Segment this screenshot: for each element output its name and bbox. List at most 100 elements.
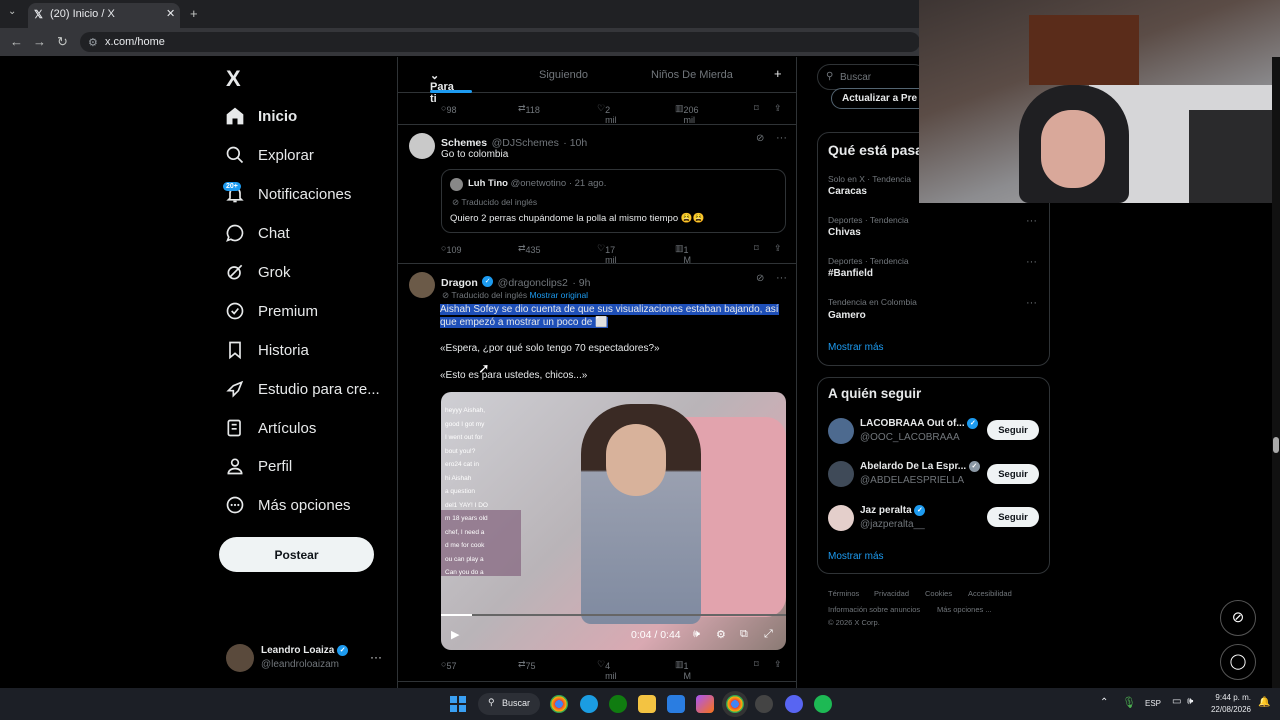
avatar[interactable] [409,133,435,159]
reply-button[interactable]: ○ 57 [441,659,456,671]
footer-ads-info-link[interactable]: Información sobre anuncios [828,605,920,614]
trend-more-icon[interactable]: ··· [1026,256,1037,268]
follow-name[interactable]: Abelardo De La Espr... ✓ [860,461,980,472]
nav-grok[interactable]: Grok [225,257,291,287]
author-handle[interactable]: @dragonclips2 [498,277,568,289]
account-name[interactable]: Leandro Loaiza ✓ [261,645,349,656]
follow-button[interactable]: Seguir [987,507,1039,527]
follow-button[interactable]: Seguir [987,420,1039,440]
back-icon[interactable]: ← [10,34,23,49]
follow-button[interactable]: Seguir [987,464,1039,484]
nav-history[interactable]: Historia [225,335,309,365]
follow-show-more-link[interactable]: Mostrar más [828,551,884,562]
upgrade-premium-button[interactable]: Actualizar a Pre [831,88,931,109]
quoted-tweet[interactable]: Luh Tino @onetwotino · 21 ago. ⊘ Traduci… [441,169,786,233]
reply-button[interactable]: ○ 98 [441,103,456,115]
nav-explore[interactable]: Explorar [225,140,314,170]
nav-premium[interactable]: Premium [225,296,318,326]
add-tab-icon[interactable]: + [774,66,782,81]
messages-fab-icon[interactable]: ◯ [1220,644,1256,680]
avatar[interactable] [828,461,854,487]
footer-more-link[interactable]: Más opciones ... [937,605,992,614]
close-tab-icon[interactable]: ✕ [166,7,175,20]
grok-icon[interactable]: ⊘ [756,273,764,284]
footer-accessibility-link[interactable]: Accesibilidad [968,589,1012,598]
url-input[interactable]: ⚙ x.com/home [80,32,920,52]
trends-show-more-link[interactable]: Mostrar más [828,342,884,353]
footer-privacy-link[interactable]: Privacidad [874,589,909,598]
fullscreen-icon[interactable]: ⤢ [764,628,773,641]
edge-icon[interactable] [580,695,598,713]
microphone-icon[interactable]: 🎙 [1122,696,1136,709]
follow-name[interactable]: LACOBRAAA Out of... ✓ [860,418,979,429]
start-icon[interactable] [450,696,466,712]
avatar[interactable] [828,418,854,444]
share-icon[interactable]: ⇪ [774,659,782,670]
views-button[interactable]: ▥ 206 mil [675,103,699,125]
tab-for-you[interactable]: Para ti ⌄ [430,69,454,105]
video-progress-track[interactable] [441,614,786,616]
repost-button[interactable]: ⇄ 75 [518,659,536,671]
trend-name[interactable]: #Banfield [828,268,873,279]
trend-name[interactable]: Chivas [828,227,861,238]
show-original-link[interactable]: Mostrar original [529,290,588,300]
nav-more-options[interactable]: Más opciones [225,490,351,520]
grok-fab-icon[interactable]: ⊘ [1220,600,1256,636]
clock-date[interactable]: 22/08/2026 [1209,705,1251,714]
discord-icon[interactable] [785,695,803,713]
author-handle[interactable]: @DJSchemes [492,137,559,149]
more-icon[interactable]: ··· [776,132,787,144]
spotify-icon[interactable] [814,695,832,713]
scrollbar-thumb[interactable] [1273,437,1279,453]
bookmark-icon[interactable]: ⌑ [754,659,759,670]
repost-button[interactable]: ⇄ 118 [518,103,540,115]
file-explorer-icon[interactable] [638,695,656,713]
nav-home[interactable]: Inicio [225,101,297,131]
browser-tab[interactable]: 𝕏 (20) Inicio / X ✕ [28,3,180,28]
nav-chat[interactable]: Chat [225,218,290,248]
follow-name[interactable]: Jaz peralta ✓ [860,505,926,516]
volume-icon[interactable]: 🕪 [693,628,700,641]
xbox-icon[interactable] [609,695,627,713]
taskbar-search[interactable]: ⚲ Buscar [478,693,540,715]
account-menu-icon[interactable]: ··· [370,650,382,664]
volume-icon[interactable]: 🕪 [1187,696,1193,707]
new-tab-button[interactable]: + [190,6,198,21]
reply-button[interactable]: ○ 109 [441,243,461,255]
settings-icon[interactable]: ⚙ [716,628,726,641]
tab-following[interactable]: Siguiendo [539,69,588,81]
grok-icon[interactable]: ⊘ [756,133,764,144]
share-icon[interactable]: ⇪ [774,243,782,254]
trend-more-icon[interactable]: ··· [1026,297,1037,309]
like-button[interactable]: ♡ 4 mil [597,659,617,681]
copilot-icon[interactable] [696,695,714,713]
avatar[interactable] [409,272,435,298]
tweet-time[interactable]: · 9h [572,277,590,289]
avatar[interactable] [828,505,854,531]
chrome-active-icon[interactable] [726,695,744,713]
tab-custom-list[interactable]: Niños De Mierda [651,69,733,81]
views-button[interactable]: ▥ 1 M [675,243,691,265]
author-name[interactable]: Schemes [441,137,487,149]
site-info-icon[interactable]: ⚙ [88,36,98,49]
pip-icon[interactable]: ⧉ [740,628,748,641]
bookmark-icon[interactable]: ⌑ [754,103,759,114]
play-icon[interactable]: ▶ [451,628,459,641]
post-button[interactable]: Postear [219,537,374,572]
reload-icon[interactable]: ↻ [57,34,68,50]
trend-more-icon[interactable]: ··· [1026,215,1037,227]
nav-profile[interactable]: Perfil [225,451,292,481]
video-player[interactable]: heyyy Aishah, good I got my I went out for… [441,392,786,650]
account-avatar[interactable] [226,644,254,672]
tweet-time[interactable]: · 10h [563,137,587,149]
footer-cookies-link[interactable]: Cookies [925,589,952,598]
clock-time[interactable]: 9:44 p. m. [1211,693,1251,702]
page-scrollbar[interactable] [1272,57,1280,688]
trend-name[interactable]: Caracas [828,186,867,197]
nav-creator-studio[interactable]: Estudio para cre... [225,374,380,404]
share-icon[interactable]: ⇪ [774,103,782,114]
author-name[interactable]: Dragon [441,277,478,289]
network-icon[interactable]: ▭ [1172,696,1181,707]
tab-list-icon[interactable]: ⌄ [8,6,16,17]
nav-articles[interactable]: Artículos [225,413,316,443]
